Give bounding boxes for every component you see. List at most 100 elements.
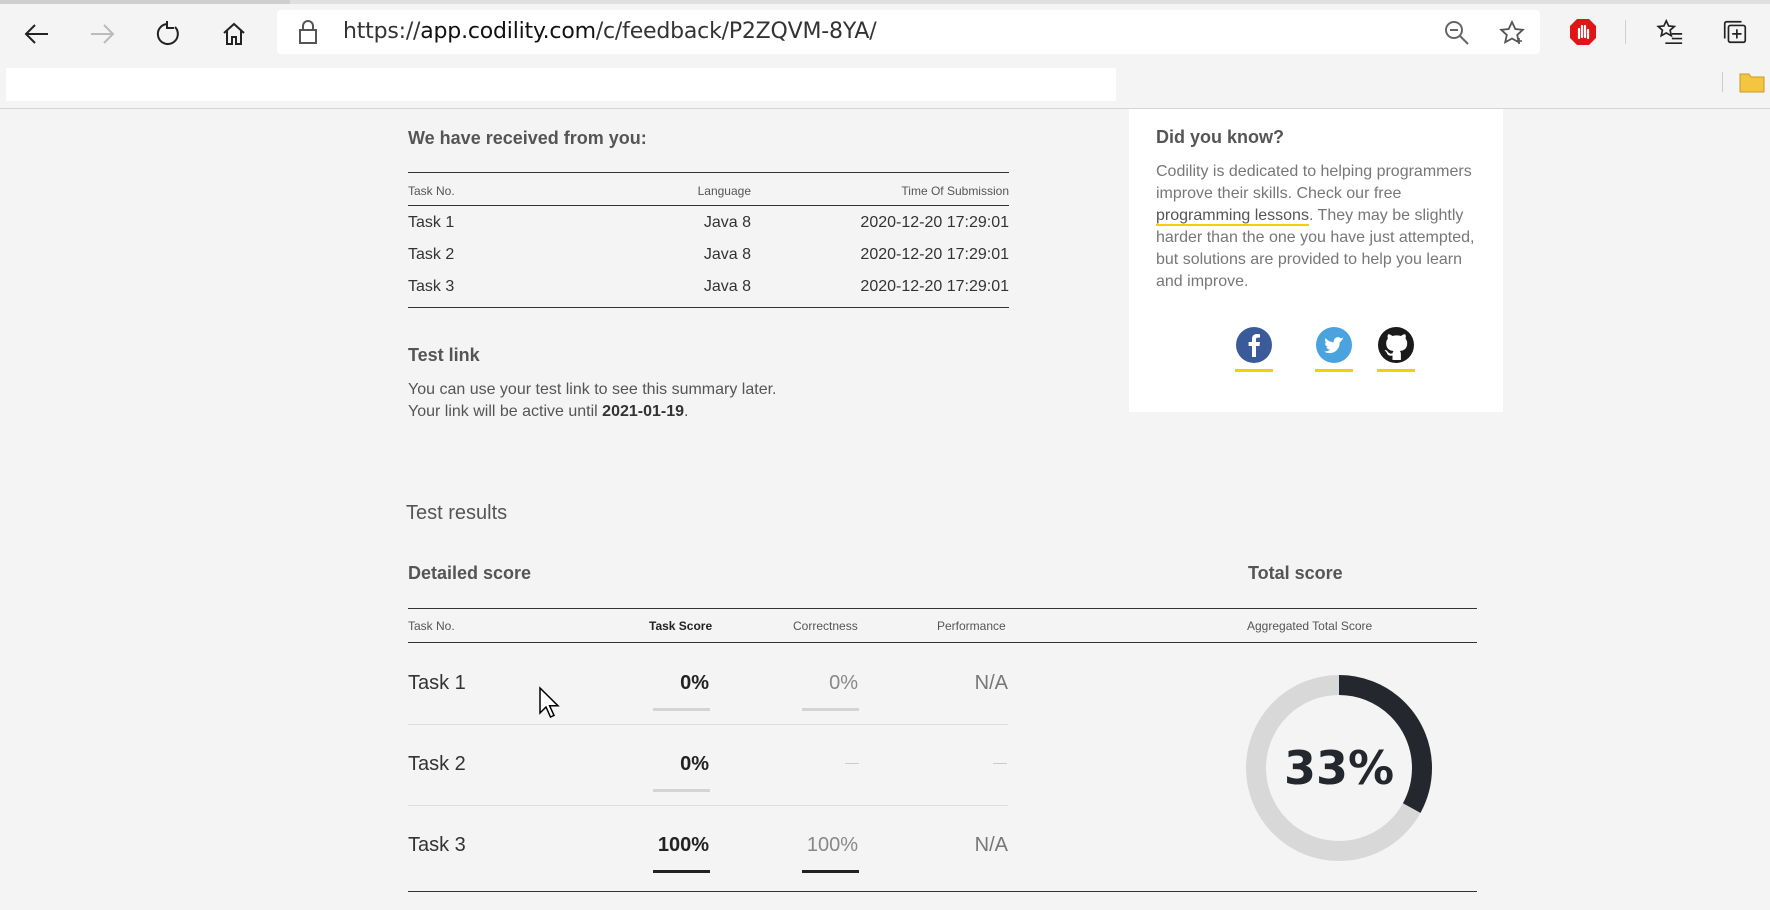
task-score-bar <box>653 870 710 873</box>
submission-language: Java 8 <box>703 214 751 231</box>
column-task-no: Task No. <box>408 184 455 198</box>
submission-row: Task 3 Java 8 2020-12-20 17:29:01 <box>408 271 1009 307</box>
adblock-extension-button[interactable] <box>1568 17 1598 47</box>
favorite-star-icon[interactable] <box>1499 20 1525 46</box>
column-task-no: Task No. <box>408 619 455 633</box>
correctness-empty-dash <box>845 763 859 764</box>
submissions-table-header: Task No. Language Time Of Submission <box>408 173 1009 206</box>
mouse-cursor-icon <box>539 686 560 718</box>
url-text[interactable]: https://app.codility.com/c/feedback/P2ZQ… <box>343 19 877 44</box>
total-score-value: 33% <box>1284 741 1394 795</box>
score-table: Task No. Task Score Correctness Performa… <box>408 608 1477 873</box>
github-underline <box>1377 369 1415 372</box>
submissions-title: We have received from you: <box>408 128 647 148</box>
correctness-value: 0% <box>829 672 858 694</box>
score-task-name: Task 1 <box>408 672 466 694</box>
did-you-know-card: Did you know? Codility is dedicated to h… <box>1129 109 1503 412</box>
facebook-icon <box>1236 327 1272 363</box>
facebook-underline <box>1235 369 1273 372</box>
browser-chrome: https://app.codility.com/c/feedback/P2ZQ… <box>0 0 1770 109</box>
submission-row: Task 2 Java 8 2020-12-20 17:29:01 <box>408 239 1009 271</box>
task-score-value: 0% <box>680 672 709 694</box>
url-host: app.codility.com <box>420 19 596 44</box>
forward-button[interactable] <box>82 14 122 54</box>
test-link-expiry: Your link will be active until 2021-01-1… <box>408 403 688 421</box>
correctness-bar <box>802 708 859 711</box>
submission-row: Task 1 Java 8 2020-12-20 17:29:01 <box>408 207 1009 239</box>
submission-language: Java 8 <box>703 246 751 263</box>
refresh-button[interactable] <box>148 14 188 54</box>
favorites-list-icon <box>1656 18 1683 45</box>
back-arrow-icon <box>24 24 48 44</box>
home-button[interactable] <box>214 14 254 54</box>
submission-task: Task 1 <box>408 214 455 231</box>
performance-value: N/A <box>974 672 1008 694</box>
github-icon <box>1378 327 1414 363</box>
submission-task: Task 2 <box>408 246 455 263</box>
task-score-bar <box>653 789 710 792</box>
score-task-name: Task 3 <box>408 834 466 856</box>
favorites-button[interactable] <box>1655 17 1685 47</box>
did-you-know-text-start: Codility is dedicated to helping program… <box>1156 163 1472 202</box>
facebook-link[interactable] <box>1235 326 1273 372</box>
submission-time: 2020-12-20 17:29:01 <box>860 278 1009 295</box>
expiry-date: 2021-01-19 <box>602 403 685 420</box>
submission-language: Java 8 <box>703 278 751 295</box>
did-you-know-text: Codility is dedicated to helping program… <box>1156 161 1486 293</box>
forward-arrow-icon <box>91 24 115 44</box>
did-you-know-title: Did you know? <box>1156 127 1284 147</box>
column-time-of-submission: Time Of Submission <box>901 184 1009 198</box>
zoom-out-icon[interactable] <box>1444 20 1470 46</box>
lock-icon <box>299 20 317 44</box>
task-score-bar <box>653 708 710 711</box>
correctness-bar <box>802 870 859 873</box>
github-link[interactable] <box>1377 326 1415 372</box>
programming-lessons-link[interactable]: programming lessons <box>1156 207 1309 226</box>
test-link-title: Test link <box>408 345 480 365</box>
folder-icon[interactable] <box>1739 71 1765 93</box>
score-table-bottom-rule <box>408 891 1477 892</box>
back-button[interactable] <box>17 14 57 54</box>
toolbar-divider <box>1625 20 1626 44</box>
column-language: Language <box>697 184 751 198</box>
submission-time: 2020-12-20 17:29:01 <box>860 246 1009 263</box>
score-row: Task 2 0% <box>408 725 1008 806</box>
address-bar[interactable]: https://app.codility.com/c/feedback/P2ZQ… <box>277 10 1540 54</box>
twitter-underline <box>1315 369 1353 372</box>
task-score-value: 0% <box>680 753 709 775</box>
test-link-description: You can use your test link to see this s… <box>408 381 777 398</box>
column-performance: Performance <box>937 619 1006 633</box>
url-scheme: https:// <box>343 19 421 44</box>
twitter-link[interactable] <box>1315 326 1353 372</box>
submission-task: Task 3 <box>408 278 455 295</box>
score-row: Task 3 100% 100% N/A <box>408 806 1008 887</box>
favorites-bar <box>6 68 1116 101</box>
score-row: Task 1 0% 0% N/A <box>408 644 1008 725</box>
detailed-score-title: Detailed score <box>408 563 532 583</box>
total-score-title: Total score <box>1248 563 1343 583</box>
tab-strip <box>0 0 1770 4</box>
collections-icon <box>1723 20 1747 44</box>
refresh-icon <box>156 21 179 45</box>
performance-empty-dash <box>993 763 1007 764</box>
expiry-suffix: . <box>684 403 689 420</box>
task-score-value: 100% <box>657 834 709 856</box>
test-results-heading: Test results <box>406 502 508 524</box>
expiry-prefix: Your link will be active until <box>408 403 603 420</box>
submissions-table: Task No. Language Time Of Submission Tas… <box>408 172 1009 308</box>
home-icon <box>223 22 245 45</box>
submission-time: 2020-12-20 17:29:01 <box>860 214 1009 231</box>
twitter-icon <box>1316 327 1352 363</box>
correctness-value: 100% <box>806 834 858 856</box>
adblock-icon <box>1570 19 1596 45</box>
url-path: /c/feedback/P2ZQVM-8YA/ <box>595 19 877 44</box>
total-score-donut: 33% <box>1246 675 1432 861</box>
performance-value: N/A <box>974 834 1008 856</box>
column-correctness: Correctness <box>793 619 858 633</box>
active-tab[interactable] <box>0 0 290 4</box>
column-aggregated-total-score: Aggregated Total Score <box>1247 619 1373 633</box>
score-task-name: Task 2 <box>408 753 466 775</box>
collections-button[interactable] <box>1720 17 1750 47</box>
column-task-score: Task Score <box>649 619 713 633</box>
favorites-bar-divider <box>1722 72 1723 92</box>
